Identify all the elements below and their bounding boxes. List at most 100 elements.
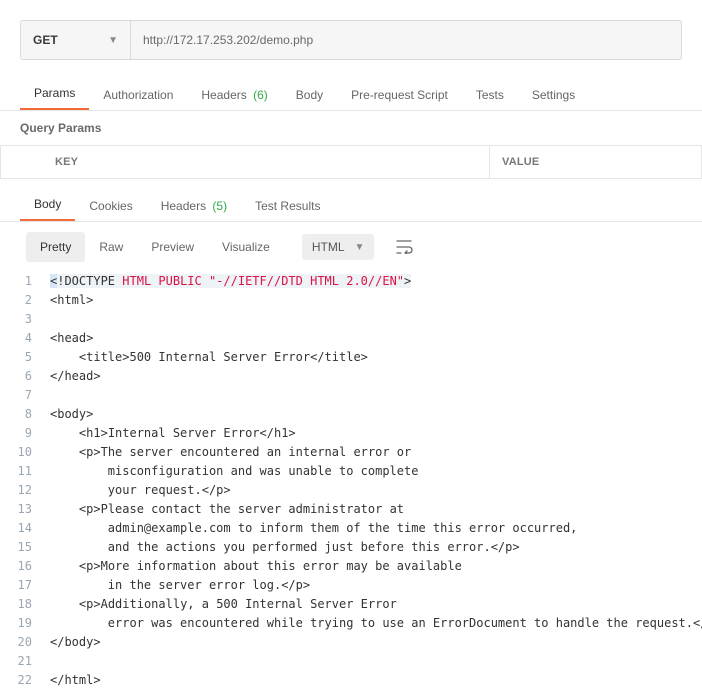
code-content: <h1>Internal Server Error</h1> <box>50 424 296 443</box>
view-tab-visualize[interactable]: Visualize <box>208 232 284 262</box>
code-content: <!DOCTYPE HTML PUBLIC "-//IETF//DTD HTML… <box>50 272 411 291</box>
kv-value-header: VALUE <box>490 146 702 178</box>
tab-headers[interactable]: Headers (6) <box>187 80 281 110</box>
url-input[interactable]: http://172.17.253.202/demo.php <box>131 21 681 59</box>
code-content: <title>500 Internal Server Error</title> <box>50 348 368 367</box>
request-bar: GET ▼ http://172.17.253.202/demo.php <box>20 20 682 60</box>
code-line: 13 <p>Please contact the server administ… <box>0 500 702 519</box>
line-number: 14 <box>0 519 50 538</box>
code-content: <p>More information about this error may… <box>50 557 462 576</box>
line-number: 2 <box>0 291 50 310</box>
view-mode-bar: Pretty Raw Preview Visualize HTML ▼ <box>0 222 702 268</box>
code-line: 10 <p>The server encountered an internal… <box>0 443 702 462</box>
code-line: 9 <h1>Internal Server Error</h1> <box>0 424 702 443</box>
line-number: 8 <box>0 405 50 424</box>
resp-tab-body[interactable]: Body <box>20 189 75 221</box>
line-number: 19 <box>0 614 50 633</box>
tab-settings[interactable]: Settings <box>518 80 589 110</box>
code-content: <p>Additionally, a 500 Internal Server E… <box>50 595 397 614</box>
code-line: 1<!DOCTYPE HTML PUBLIC "-//IETF//DTD HTM… <box>0 272 702 291</box>
code-content: error was encountered while trying to us… <box>50 614 702 633</box>
code-line: 2<html> <box>0 291 702 310</box>
code-line: 4<head> <box>0 329 702 348</box>
line-number: 4 <box>0 329 50 348</box>
tab-tests[interactable]: Tests <box>462 80 518 110</box>
line-number: 9 <box>0 424 50 443</box>
code-line: 7 <box>0 386 702 405</box>
line-number: 16 <box>0 557 50 576</box>
view-tab-preview[interactable]: Preview <box>137 232 208 262</box>
code-line: 21 <box>0 652 702 671</box>
caret-down-icon: ▼ <box>108 35 118 46</box>
code-content: </body> <box>50 633 101 652</box>
resp-tab-cookies[interactable]: Cookies <box>75 191 146 221</box>
method-label: GET <box>33 33 58 47</box>
code-content: misconfiguration and was unable to compl… <box>50 462 418 481</box>
language-label: HTML <box>312 240 345 254</box>
code-line: 22</html> <box>0 671 702 690</box>
view-tab-pretty[interactable]: Pretty <box>26 232 85 262</box>
line-number: 6 <box>0 367 50 386</box>
language-select[interactable]: HTML ▼ <box>302 234 375 260</box>
code-content: and the actions you performed just befor… <box>50 538 520 557</box>
tab-body[interactable]: Body <box>282 80 337 110</box>
line-number: 5 <box>0 348 50 367</box>
code-line: 20</body> <box>0 633 702 652</box>
code-line: 8<body> <box>0 405 702 424</box>
line-number: 22 <box>0 671 50 690</box>
response-code-body[interactable]: 1<!DOCTYPE HTML PUBLIC "-//IETF//DTD HTM… <box>0 268 702 700</box>
resp-tab-headers[interactable]: Headers (5) <box>147 191 241 221</box>
code-content: </head> <box>50 367 101 386</box>
code-line: 3 <box>0 310 702 329</box>
code-line: 16 <p>More information about this error … <box>0 557 702 576</box>
code-line: 12 your request.</p> <box>0 481 702 500</box>
code-content: <body> <box>50 405 93 424</box>
line-number: 21 <box>0 652 50 671</box>
line-number: 7 <box>0 386 50 405</box>
tab-headers-count: (6) <box>253 88 268 102</box>
code-content: <p>The server encountered an internal er… <box>50 443 411 462</box>
code-line: 14 admin@example.com to inform them of t… <box>0 519 702 538</box>
code-line: 6</head> <box>0 367 702 386</box>
wrap-lines-icon <box>396 240 414 254</box>
line-number: 1 <box>0 272 50 291</box>
tab-authorization[interactable]: Authorization <box>89 80 187 110</box>
resp-tab-test-results[interactable]: Test Results <box>241 191 334 221</box>
kv-header: KEY VALUE <box>0 146 702 179</box>
tab-headers-label: Headers <box>201 88 246 102</box>
code-content: in the server error log.</p> <box>50 576 310 595</box>
request-tabs: Params Authorization Headers (6) Body Pr… <box>0 78 702 111</box>
code-content: <p>Please contact the server administrat… <box>50 500 404 519</box>
code-content: admin@example.com to inform them of the … <box>50 519 577 538</box>
code-line: 5 <title>500 Internal Server Error</titl… <box>0 348 702 367</box>
code-content: <html> <box>50 291 93 310</box>
code-content: your request.</p> <box>50 481 231 500</box>
code-line: 11 misconfiguration and was unable to co… <box>0 462 702 481</box>
resp-tab-headers-count: (5) <box>212 199 227 213</box>
line-number: 20 <box>0 633 50 652</box>
line-number: 15 <box>0 538 50 557</box>
tab-params[interactable]: Params <box>20 78 89 110</box>
resp-tab-headers-label: Headers <box>161 199 206 213</box>
response-tabs: Body Cookies Headers (5) Test Results <box>0 189 702 222</box>
code-content: <head> <box>50 329 93 348</box>
line-number: 3 <box>0 310 50 329</box>
view-tab-raw[interactable]: Raw <box>85 232 137 262</box>
line-number: 17 <box>0 576 50 595</box>
code-line: 18 <p>Additionally, a 500 Internal Serve… <box>0 595 702 614</box>
code-line: 19 error was encountered while trying to… <box>0 614 702 633</box>
line-number: 11 <box>0 462 50 481</box>
line-number: 18 <box>0 595 50 614</box>
kv-key-header: KEY <box>0 146 490 178</box>
code-line: 15 and the actions you performed just be… <box>0 538 702 557</box>
caret-down-icon: ▼ <box>355 242 365 253</box>
url-text: http://172.17.253.202/demo.php <box>143 33 313 47</box>
method-select[interactable]: GET ▼ <box>21 21 131 59</box>
line-number: 12 <box>0 481 50 500</box>
wrap-lines-button[interactable] <box>388 234 422 260</box>
code-line: 17 in the server error log.</p> <box>0 576 702 595</box>
tab-prerequest[interactable]: Pre-request Script <box>337 80 462 110</box>
line-number: 13 <box>0 500 50 519</box>
line-number: 10 <box>0 443 50 462</box>
query-params-title: Query Params <box>0 111 702 146</box>
